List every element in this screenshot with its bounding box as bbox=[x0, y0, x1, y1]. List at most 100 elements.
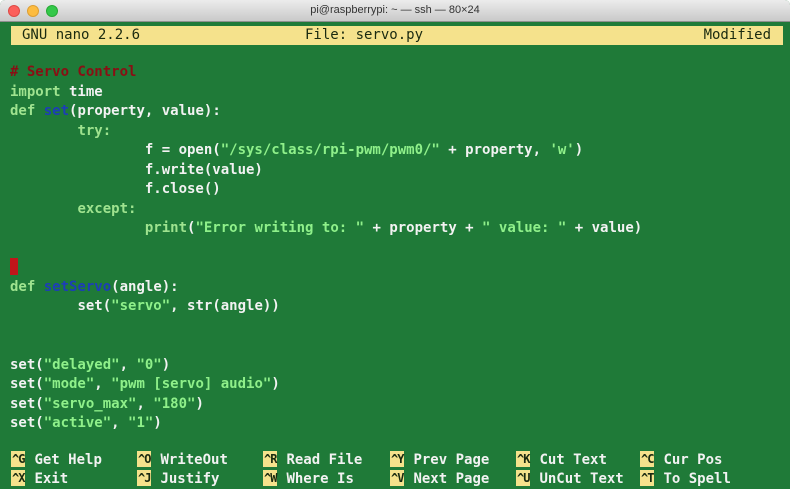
code-line-4[interactable]: try: bbox=[10, 122, 790, 142]
code-text: set( bbox=[10, 396, 44, 412]
code-line-12[interactable]: set("servo", str(angle)) bbox=[10, 297, 790, 317]
code-string: 'w' bbox=[549, 142, 575, 158]
shortcut-label: Where Is bbox=[286, 471, 354, 487]
shortcut-key: ^J bbox=[137, 470, 151, 486]
code-line-2[interactable]: import time bbox=[10, 83, 790, 103]
shortcut-label: Prev Page bbox=[413, 452, 490, 468]
code-text: (property, value): bbox=[69, 103, 221, 119]
code-string: "180" bbox=[153, 396, 196, 412]
code-line-5[interactable]: f = open("/sys/class/rpi-pwm/pwm0/" + pr… bbox=[10, 141, 790, 161]
nano-header-bar: GNU nano 2.2.6 File: servo.py Modified bbox=[11, 26, 783, 45]
code-string: "delayed" bbox=[43, 357, 120, 373]
code-text: f.close() bbox=[144, 181, 221, 197]
code-text: , str(angle)) bbox=[170, 298, 280, 314]
code-line-14[interactable]: set("delayed", "0") bbox=[10, 356, 790, 376]
code-string: "active" bbox=[43, 415, 112, 431]
code-string: "/sys/class/rpi-pwm/pwm0/" bbox=[220, 142, 440, 158]
code-text: + property, bbox=[439, 142, 550, 158]
shortcut-key: ^T bbox=[640, 470, 654, 486]
code-text: (angle): bbox=[111, 279, 179, 295]
code-text: set( bbox=[10, 357, 44, 373]
code-line-3[interactable]: def set(property, value): bbox=[10, 102, 790, 122]
shortcut-next-page[interactable]: ^V Next Page bbox=[390, 469, 489, 489]
code-keyword: def bbox=[10, 103, 36, 119]
shortcut-key: ^Y bbox=[390, 451, 404, 467]
shortcut-read-file[interactable]: ^R Read File bbox=[263, 450, 362, 470]
code-string: "servo" bbox=[111, 298, 171, 314]
nano-file-name: File: servo.py bbox=[305, 27, 424, 43]
shortcut-label: To Spell bbox=[663, 471, 731, 487]
shortcut-get-help[interactable]: ^G Get Help bbox=[11, 450, 102, 470]
shortcut-label: UnCut Text bbox=[539, 471, 624, 487]
shortcut-key: ^O bbox=[137, 451, 151, 467]
code-line-7[interactable]: f.close() bbox=[10, 180, 790, 200]
shortcut-label: Cut Text bbox=[539, 452, 607, 468]
shortcut-label: Exit bbox=[34, 471, 69, 487]
shortcut-key: ^R bbox=[263, 451, 277, 467]
shortcut-uncut-text[interactable]: ^U UnCut Text bbox=[516, 469, 624, 489]
code-line-15[interactable]: set("mode", "pwm [servo] audio") bbox=[10, 375, 790, 395]
code-keyword: print bbox=[144, 220, 188, 236]
shortcut-cur-pos[interactable]: ^C Cur Pos bbox=[640, 450, 722, 470]
code-text: + property + bbox=[364, 220, 483, 236]
shortcut-where-is[interactable]: ^W Where Is bbox=[263, 469, 354, 489]
code-string: "1" bbox=[128, 415, 154, 431]
shortcut-justify[interactable]: ^J Justify bbox=[137, 469, 219, 489]
title-bar[interactable]: pi@raspberrypi: ~ — ssh — 80×24 bbox=[0, 0, 790, 22]
code-keyword: except: bbox=[77, 201, 137, 217]
code-function-name: set bbox=[43, 103, 70, 119]
code-function-name: setServo bbox=[43, 279, 112, 295]
code-string: "0" bbox=[136, 357, 162, 373]
code-text: f.write(value) bbox=[144, 162, 263, 178]
code-text: , bbox=[94, 376, 112, 392]
code-line-8[interactable]: except: bbox=[10, 200, 790, 220]
nano-version: GNU nano 2.2.6 bbox=[22, 27, 141, 43]
code-keyword: try: bbox=[77, 123, 112, 139]
code-text: set( bbox=[10, 376, 44, 392]
code-comment: # Servo Control bbox=[10, 64, 137, 80]
code-string: "servo_max" bbox=[43, 396, 137, 412]
code-text: set( bbox=[10, 415, 44, 431]
code-string: " value: " bbox=[482, 220, 567, 236]
shortcut-label: Next Page bbox=[413, 471, 490, 487]
text-cursor bbox=[10, 258, 18, 275]
code-string: "Error writing to: " bbox=[195, 220, 365, 236]
nano-editor[interactable]: GNU nano 2.2.6 File: servo.py Modified #… bbox=[0, 22, 790, 489]
shortcut-exit[interactable]: ^X Exit bbox=[11, 469, 68, 489]
shortcut-label: Cur Pos bbox=[663, 452, 723, 468]
code-keyword: def bbox=[10, 279, 36, 295]
shortcut-cut-text[interactable]: ^K Cut Text bbox=[516, 450, 607, 470]
shortcut-key: ^U bbox=[516, 470, 530, 486]
code-line-1[interactable]: # Servo Control bbox=[10, 63, 790, 83]
code-text: set( bbox=[77, 298, 112, 314]
code-text: , bbox=[119, 357, 137, 373]
shortcut-prev-page[interactable]: ^Y Prev Page bbox=[390, 450, 489, 470]
code-keyword: import bbox=[10, 84, 61, 100]
code-text: , bbox=[111, 415, 129, 431]
code-text: ) bbox=[195, 396, 204, 412]
code-text: ) bbox=[271, 376, 280, 392]
code-text: ) bbox=[161, 357, 171, 373]
shortcut-label: Read File bbox=[286, 452, 363, 468]
shortcut-key: ^W bbox=[263, 470, 277, 486]
window-title: pi@raspberrypi: ~ — ssh — 80×24 bbox=[310, 4, 480, 16]
shortcut-to-spell[interactable]: ^T To Spell bbox=[640, 469, 731, 489]
shortcut-key: ^C bbox=[640, 451, 654, 467]
code-line-16[interactable]: set("servo_max", "180") bbox=[10, 395, 790, 415]
code-line-9[interactable]: print("Error writing to: " + property + … bbox=[10, 219, 790, 239]
code-text: time bbox=[60, 84, 103, 100]
code-line-6[interactable]: f.write(value) bbox=[10, 161, 790, 181]
code-line-17[interactable]: set("active", "1") bbox=[10, 414, 790, 434]
shortcut-writeout[interactable]: ^O WriteOut bbox=[137, 450, 228, 470]
code-string: "pwm [servo] audio" bbox=[111, 376, 272, 392]
code-line-11[interactable]: def setServo(angle): bbox=[10, 278, 790, 298]
code-text: + value) bbox=[566, 220, 643, 236]
code-text: f = open( bbox=[144, 142, 221, 158]
code-string: "mode" bbox=[43, 376, 95, 392]
shortcut-label: Get Help bbox=[34, 452, 102, 468]
shortcut-key: ^G bbox=[11, 451, 25, 467]
shortcut-key: ^V bbox=[390, 470, 404, 486]
code-text: , bbox=[136, 396, 154, 412]
code-text: ) bbox=[574, 142, 584, 158]
terminal-window: pi@raspberrypi: ~ — ssh — 80×24 GNU nano… bbox=[0, 0, 790, 489]
